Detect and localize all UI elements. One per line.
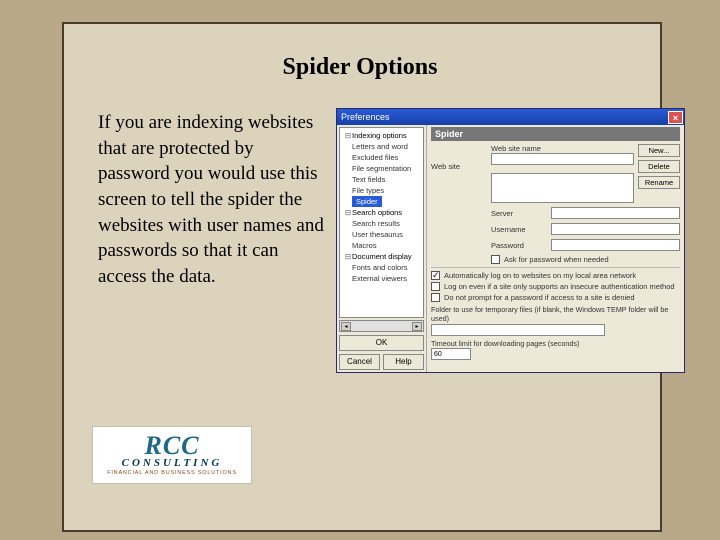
tree-root-indexing[interactable]: ⊟Indexing options [344, 130, 421, 141]
insecure-logon-label: Log on even if a site only supports an i… [444, 282, 675, 291]
tree-item[interactable]: Fonts and colors [352, 262, 421, 273]
tree-item[interactable]: File types [352, 185, 421, 196]
server-label: Server [491, 209, 547, 218]
no-prompt-checkbox[interactable] [431, 293, 440, 302]
panel-header: Spider [431, 127, 680, 141]
username-label: Username [491, 225, 547, 234]
no-prompt-label: Do not prompt for a password if access t… [444, 293, 635, 302]
tree-item[interactable]: File segmentation [352, 163, 421, 174]
logo-line1: RCC [144, 434, 199, 457]
page-title: Spider Options [0, 54, 720, 81]
help-button[interactable]: Help [383, 354, 424, 370]
dialog-body: ⊟Indexing options Letters and word Exclu… [337, 125, 684, 372]
preferences-dialog: Preferences × ⊟Indexing options Letters … [336, 108, 685, 373]
tree-item-spider[interactable]: Spider [352, 196, 421, 207]
website-listbox[interactable] [491, 173, 634, 203]
delete-button[interactable]: Delete [638, 160, 680, 173]
temp-folder-note: Folder to use for temporary files (if bl… [431, 305, 680, 323]
password-label: Password [491, 241, 547, 250]
tree-item[interactable]: External viewers [352, 273, 421, 284]
tree-item[interactable]: Excluded files [352, 152, 421, 163]
logo-line2: CONSULTING [122, 457, 223, 469]
temp-folder-input[interactable] [431, 324, 605, 336]
tree-item[interactable]: Macros [352, 240, 421, 251]
timeout-label: Timeout limit for downloading pages (sec… [431, 339, 680, 348]
ask-password-checkbox[interactable] [491, 255, 500, 264]
tree-item[interactable]: Text fields [352, 174, 421, 185]
slide-background: Spider Options If you are indexing websi… [0, 0, 720, 540]
scroll-left-icon[interactable]: ◂ [341, 322, 351, 331]
body-paragraph: If you are indexing websites that are pr… [98, 110, 328, 289]
website-name-label: Web site name [491, 144, 634, 153]
tree-item[interactable]: User thesaurus [352, 229, 421, 240]
ok-button[interactable]: OK [339, 335, 424, 351]
tree-item[interactable]: Search results [352, 218, 421, 229]
divider [431, 267, 680, 268]
tree-scrollbar[interactable]: ◂ ▸ [339, 320, 424, 332]
auto-logon-label: Automatically log on to websites on my l… [444, 271, 636, 280]
server-input[interactable] [551, 207, 680, 219]
username-input[interactable] [551, 223, 680, 235]
timeout-input[interactable]: 60 [431, 348, 471, 360]
insecure-logon-checkbox[interactable] [431, 282, 440, 291]
dialog-title: Preferences [341, 112, 390, 122]
tree-root-search[interactable]: ⊟Search options [344, 207, 421, 218]
ask-password-label: Ask for password when needed [504, 255, 609, 264]
tree-root-display[interactable]: ⊟Document display [344, 251, 421, 262]
rcc-logo: RCC CONSULTING FINANCIAL AND BUSINESS SO… [92, 426, 252, 484]
auto-logon-checkbox[interactable] [431, 271, 440, 280]
dialog-titlebar: Preferences × [337, 109, 684, 125]
options-tree[interactable]: ⊟Indexing options Letters and word Exclu… [339, 127, 424, 318]
password-input[interactable] [551, 239, 680, 251]
new-button[interactable]: New... [638, 144, 680, 157]
dialog-left-pane: ⊟Indexing options Letters and word Exclu… [337, 125, 427, 372]
website-label: Web site [431, 162, 487, 171]
website-name-input[interactable] [491, 153, 634, 165]
scroll-right-icon[interactable]: ▸ [412, 322, 422, 331]
close-icon[interactable]: × [668, 111, 683, 124]
logo-line3: FINANCIAL AND BUSINESS SOLUTIONS [107, 470, 237, 476]
rename-button[interactable]: Rename [638, 176, 680, 189]
cancel-button[interactable]: Cancel [339, 354, 380, 370]
tree-item[interactable]: Letters and word [352, 141, 421, 152]
spider-panel: Spider Web site Web site name New... Del… [427, 125, 684, 372]
